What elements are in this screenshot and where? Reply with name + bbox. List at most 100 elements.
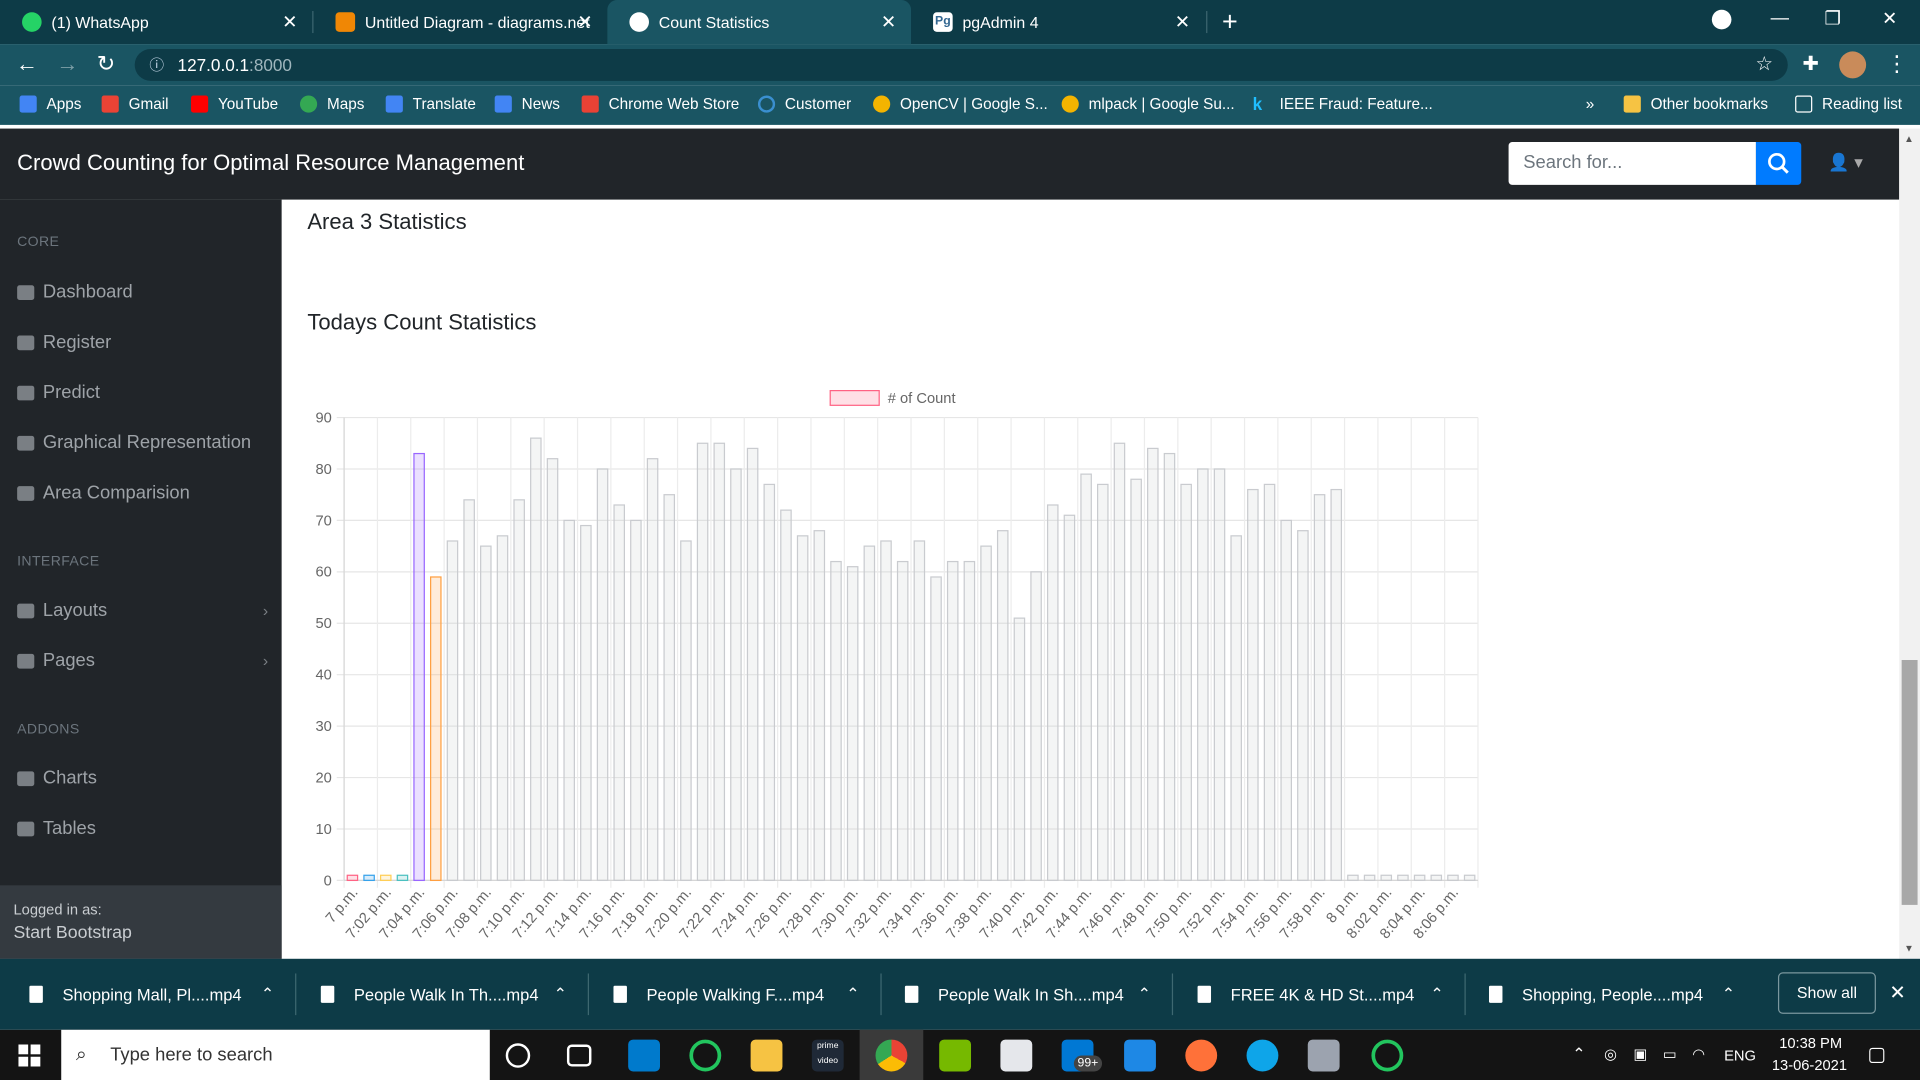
download-item[interactable]: Shopping, People....mp4 ⌃	[1488, 959, 1755, 1030]
scroll-up-icon[interactable]: ▲	[1904, 133, 1914, 144]
user-icon: 👤	[1828, 151, 1850, 172]
bookmark-apps[interactable]: Apps	[19, 95, 81, 113]
windows-start-icon[interactable]	[18, 1044, 41, 1067]
bookmark-maps[interactable]: Maps	[300, 95, 364, 113]
task-view-icon[interactable]	[566, 1044, 592, 1067]
sidebar-item-tables[interactable]: Tables	[17, 818, 268, 839]
bookmark-news[interactable]: News	[494, 95, 560, 113]
bookmarks-overflow-button[interactable]: »	[1586, 96, 1595, 113]
close-downloads-icon[interactable]: ✕	[1889, 981, 1905, 1005]
page-scrollbar[interactable]: ▲ ▼	[1899, 128, 1920, 959]
sidebar-item-layouts[interactable]: Layouts ›	[17, 600, 268, 621]
scrollbar-thumb[interactable]	[1901, 660, 1918, 905]
site-info-icon[interactable]: ⓘ	[149, 49, 164, 81]
cortana-icon[interactable]	[505, 1043, 531, 1068]
close-icon[interactable]: ✕	[577, 11, 592, 33]
firefox-icon[interactable]	[1185, 1039, 1218, 1072]
new-tab-button[interactable]: +	[1222, 6, 1238, 38]
y-tick-label: 40	[315, 668, 331, 684]
sidebar-item-pages[interactable]: Pages ›	[17, 650, 268, 671]
bookmark-customer[interactable]: Customer	[757, 95, 851, 113]
clock-date[interactable]: 13-06-2021	[1772, 1057, 1847, 1074]
file-explorer-icon[interactable]	[750, 1039, 783, 1072]
file-icon	[1197, 985, 1212, 1003]
download-item[interactable]: People Walk In Sh....mp4 ⌃	[904, 959, 1171, 1030]
app-ring-icon[interactable]	[689, 1039, 722, 1072]
sidebar-item-dashboard[interactable]: Dashboard	[17, 282, 268, 302]
url-port: :8000	[249, 55, 292, 75]
language-indicator[interactable]: ENG	[1724, 1047, 1756, 1064]
chevron-up-icon[interactable]: ⌃	[261, 984, 274, 1004]
bookmark-mlpack[interactable]: mlpack | Google Su...	[1061, 95, 1235, 113]
search-button[interactable]	[1755, 142, 1802, 185]
bookmark-other[interactable]: Other bookmarks	[1623, 95, 1768, 113]
profile-avatar[interactable]	[1839, 51, 1867, 79]
show-all-button[interactable]: Show all	[1777, 972, 1876, 1014]
edge-icon[interactable]	[1246, 1039, 1279, 1072]
chevron-up-icon[interactable]: ⌃	[1138, 984, 1151, 1004]
extensions-icon[interactable]: ✚	[1802, 51, 1818, 75]
prime-video-icon[interactable]: prime video	[811, 1039, 844, 1072]
search-input[interactable]: Search for...	[1508, 142, 1756, 185]
close-icon[interactable]: ✕	[881, 11, 896, 33]
media-player-icon[interactable]	[1124, 1039, 1156, 1072]
download-item[interactable]: People Walk In Th....mp4 ⌃	[320, 959, 587, 1030]
back-icon[interactable]: ←	[16, 51, 38, 77]
notepad-icon[interactable]	[1307, 1039, 1340, 1072]
bookmark-gmail[interactable]: Gmail	[101, 95, 169, 113]
chevron-up-icon[interactable]: ⌃	[554, 984, 567, 1004]
chart-bar	[1147, 447, 1159, 882]
chevron-up-icon[interactable]: ⌃	[846, 984, 859, 1004]
sidebar-item-area-comparision[interactable]: Area Comparision	[17, 482, 268, 503]
chevron-up-icon[interactable]: ⌃	[1722, 984, 1735, 1004]
sidebar-item-graphical-representation[interactable]: Graphical Representation	[17, 432, 268, 453]
sidebar-item-label: Graphical Representation	[42, 432, 252, 454]
vscode-icon[interactable]	[628, 1039, 661, 1072]
tab-pgadmin[interactable]: Pg pgAdmin 4 ✕	[911, 5, 1205, 39]
scroll-down-icon[interactable]: ▼	[1904, 943, 1914, 954]
bookmark-translate[interactable]: Translate	[385, 95, 476, 113]
notifications-icon[interactable]: ▢	[1867, 1042, 1886, 1066]
wifi-icon[interactable]: ◠	[1692, 1046, 1705, 1063]
bookmark-opencv[interactable]: OpenCV | Google S...	[873, 95, 1048, 113]
app-ring-icon[interactable]	[1371, 1039, 1404, 1072]
close-icon[interactable]: ✕	[1175, 11, 1190, 33]
close-icon[interactable]: ✕	[282, 11, 297, 33]
reading-list-button[interactable]: Reading list	[1795, 95, 1902, 113]
sidebar-item-register[interactable]: Register	[17, 332, 268, 353]
sidebar-item-label: Register	[42, 331, 112, 353]
brand-title[interactable]: Crowd Counting for Optimal Resource Mana…	[17, 151, 524, 177]
tab-whatsapp[interactable]: (1) WhatsApp ✕	[0, 5, 312, 39]
chevron-up-icon[interactable]: ⌃	[1430, 984, 1443, 1004]
reload-icon[interactable]: ↻	[97, 51, 115, 77]
restore-button[interactable]: ❐	[1825, 7, 1841, 30]
sidebar-item-predict[interactable]: Predict	[17, 382, 268, 403]
mail-icon[interactable]: 99+	[1061, 1039, 1103, 1072]
store-icon[interactable]	[1000, 1039, 1033, 1072]
tab-diagrams[interactable]: Untitled Diagram - diagrams.net ✕	[313, 5, 607, 39]
tab-search-icon[interactable]	[1711, 9, 1732, 30]
menu-icon[interactable]: ⋮	[1886, 51, 1908, 77]
bookmark-chrome-web-store[interactable]: Chrome Web Store	[581, 95, 739, 113]
url-input[interactable]: ⓘ 127.0.0.1:8000 ☆	[134, 48, 1788, 81]
sidebar-item-charts[interactable]: Charts	[17, 768, 268, 789]
bookmark-ieee[interactable]: k IEEE Fraud: Feature...	[1253, 96, 1433, 113]
bookmark-youtube[interactable]: YouTube	[191, 95, 278, 113]
download-item[interactable]: People Walking F....mp4 ⌃	[613, 959, 879, 1030]
forward-icon[interactable]: →	[56, 51, 78, 77]
taskbar-search-input[interactable]: ⌕ Type here to search	[61, 1029, 490, 1080]
battery-icon[interactable]: ▭	[1663, 1046, 1677, 1063]
tray-meet-icon[interactable]: ◎	[1604, 1046, 1617, 1063]
download-item[interactable]: FREE 4K & HD St....mp4 ⌃	[1197, 959, 1464, 1030]
tray-display-icon[interactable]: ▣	[1633, 1046, 1647, 1063]
chrome-taskbar-active[interactable]	[859, 1029, 924, 1080]
bookmark-star-icon[interactable]: ☆	[1756, 49, 1774, 81]
tray-chevron-up-icon[interactable]: ⌃	[1572, 1044, 1585, 1064]
minimize-button[interactable]: —	[1771, 7, 1789, 28]
clock-time[interactable]: 10:38 PM	[1779, 1035, 1842, 1052]
download-item[interactable]: Shopping Mall, Pl....mp4 ⌃	[29, 959, 293, 1030]
tab-count-statistics[interactable]: Count Statistics ✕	[607, 0, 912, 45]
nvidia-icon[interactable]	[939, 1039, 972, 1072]
user-dropdown[interactable]: 👤 ▾	[1828, 152, 1863, 173]
close-window-button[interactable]: ✕	[1882, 7, 1897, 30]
